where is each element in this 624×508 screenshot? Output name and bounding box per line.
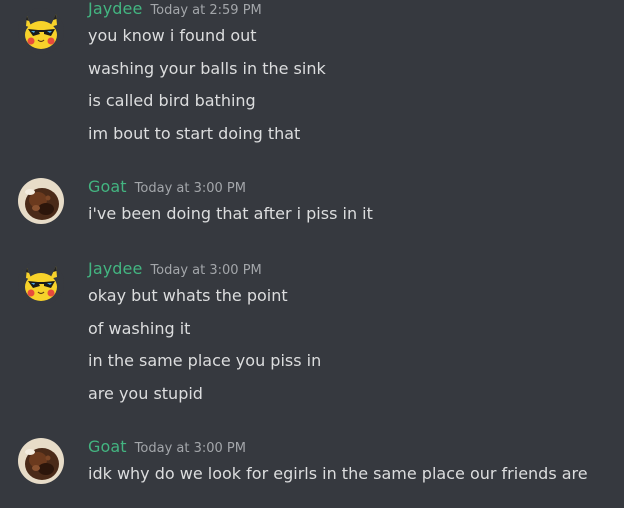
username[interactable]: Jaydee xyxy=(88,259,142,278)
timestamp: Today at 3:00 PM xyxy=(134,441,246,456)
message-header: Jaydee Today at 2:59 PM xyxy=(88,0,262,21)
timestamp: Today at 2:59 PM xyxy=(150,3,262,18)
message-line: washing your balls in the sink xyxy=(88,59,326,78)
message-header: Jaydee Today at 3:00 PM xyxy=(88,259,262,281)
username[interactable]: Jaydee xyxy=(88,0,142,18)
message-line: of washing it xyxy=(88,319,191,338)
message-line: is called bird bathing xyxy=(88,91,256,110)
goat-photo-avatar-icon[interactable] xyxy=(18,438,64,484)
message-line: you know i found out xyxy=(88,26,257,45)
goat-photo-avatar-icon[interactable] xyxy=(18,178,64,224)
timestamp: Today at 3:00 PM xyxy=(150,263,262,278)
message-line: idk why do we look for egirls in the sam… xyxy=(88,464,588,483)
message-header: Goat Today at 3:00 PM xyxy=(88,437,246,459)
username[interactable]: Goat xyxy=(88,437,127,456)
message-header: Goat Today at 3:00 PM xyxy=(88,177,246,199)
username[interactable]: Goat xyxy=(88,177,127,196)
message-line: im bout to start doing that xyxy=(88,124,301,143)
message-line: okay but whats the point xyxy=(88,286,288,305)
pikachu-sunglasses-avatar-icon[interactable] xyxy=(18,260,64,306)
pikachu-sunglasses-avatar-icon[interactable] xyxy=(18,8,64,54)
timestamp: Today at 3:00 PM xyxy=(134,181,246,196)
message-line: in the same place you piss in xyxy=(88,351,322,370)
message-line: are you stupid xyxy=(88,384,203,403)
message-line: i've been doing that after i piss in it xyxy=(88,204,373,223)
